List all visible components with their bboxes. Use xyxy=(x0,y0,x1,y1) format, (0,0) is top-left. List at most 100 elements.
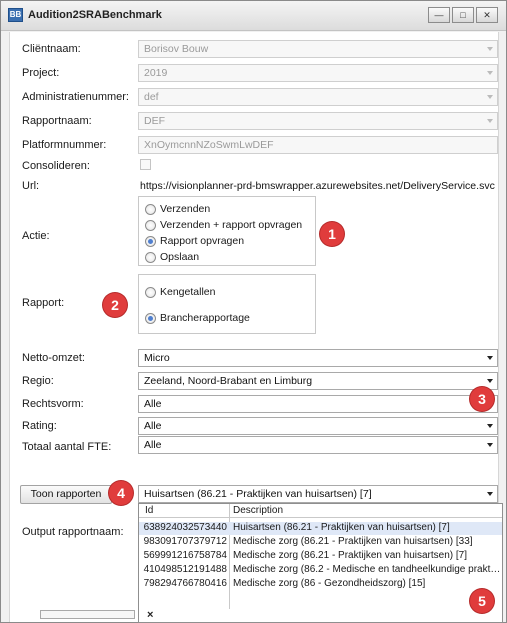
rapporten-dropdown-list: Id Description 638924032573440 Huisartsen… xyxy=(138,503,503,623)
row-id: 569991216758784 xyxy=(143,550,227,561)
radio-icon xyxy=(145,219,156,231)
clientnaam-value: Borisov Bouw xyxy=(144,43,209,55)
option-label: Rapport opvragen xyxy=(160,235,245,247)
actie-option-opslaan[interactable]: Opslaan xyxy=(145,250,199,264)
regio-select[interactable]: Zeeland, Noord-Brabant en Limburg xyxy=(138,372,498,390)
row-id: 983091707379712 xyxy=(143,536,227,547)
totaal-fte-label: Totaal aantal FTE: xyxy=(22,441,112,453)
callout-badge-3: 3 xyxy=(470,387,494,411)
radio-icon xyxy=(145,286,156,298)
rapportnaam-label: Rapportnaam: xyxy=(22,115,92,127)
administratienummer-value: def xyxy=(144,91,159,103)
actie-option-verzenden-rapport[interactable]: Verzenden + rapport opvragen xyxy=(145,218,302,232)
callout-badge-5: 5 xyxy=(470,589,494,613)
regio-label: Regio: xyxy=(22,375,54,387)
url-label: Url: xyxy=(22,180,40,192)
rapportnaam-select[interactable]: DEF xyxy=(138,112,498,130)
row-description: Huisartsen (86.21 - Praktijken van huisa… xyxy=(233,522,450,533)
toon-rapporten-button[interactable]: Toon rapporten xyxy=(20,485,112,504)
rapporten-selected-value: Huisartsen (86.21 - Praktijken van huisa… xyxy=(144,488,372,500)
window-controls: — □ ✕ xyxy=(426,7,498,23)
actie-option-rapport-opvragen[interactable]: Rapport opvragen xyxy=(145,234,244,248)
chevron-down-icon xyxy=(487,443,493,447)
dropdown-header: Id Description xyxy=(139,504,502,518)
callout-badge-2: 2 xyxy=(103,293,127,317)
chevron-down-icon xyxy=(487,47,493,51)
column-header-description: Description xyxy=(233,505,284,516)
platformnummer-label: Platformnummer: xyxy=(22,139,107,151)
callout-badge-4: 4 xyxy=(109,481,133,505)
rating-label: Rating: xyxy=(22,420,57,432)
chevron-down-icon xyxy=(487,379,493,383)
rapport-label: Rapport: xyxy=(22,297,65,309)
minimize-icon[interactable]: — xyxy=(428,7,450,23)
actie-group: Verzenden Verzenden + rapport opvragen R… xyxy=(138,196,316,266)
chevron-down-icon xyxy=(487,424,493,428)
regio-value: Zeeland, Noord-Brabant en Limburg xyxy=(144,375,313,387)
maximize-icon[interactable]: □ xyxy=(452,7,474,23)
rechtsvorm-label: Rechtsvorm: xyxy=(22,398,84,410)
form-panel: Cliëntnaam: Borisov Bouw Project: 2019 A… xyxy=(9,32,503,623)
option-label: Brancherapportage xyxy=(160,312,250,324)
project-value: 2019 xyxy=(144,67,168,79)
actie-option-verzenden[interactable]: Verzenden xyxy=(145,202,210,216)
row-description: Medische zorg (86.21 - Praktijken van hu… xyxy=(233,550,467,561)
consolideren-label: Consolideren: xyxy=(22,160,90,172)
totaal-fte-value: Alle xyxy=(144,439,162,451)
radio-selected-icon xyxy=(145,312,156,324)
dropdown-row[interactable]: 798294766780416 Medische zorg (86 - Gezon… xyxy=(139,578,502,591)
close-icon[interactable]: ✕ xyxy=(476,7,498,23)
platformnummer-field[interactable]: XnOymcnnNZoSwmLwDEF xyxy=(138,136,498,154)
actie-label: Actie: xyxy=(22,230,50,242)
output-rapportnaam-label: Output rapportnaam: xyxy=(22,526,124,538)
row-description: Medische zorg (86 - Gezondheidszorg) [15… xyxy=(233,578,426,589)
chevron-down-icon xyxy=(487,95,493,99)
rechtsvorm-value: Alle xyxy=(144,398,162,410)
column-header-id: Id xyxy=(145,505,154,516)
radio-icon xyxy=(145,203,156,215)
project-label: Project: xyxy=(22,67,60,79)
dropdown-row[interactable]: 569991216758784 Medische zorg (86.21 - Pr… xyxy=(139,550,502,563)
totaal-fte-select[interactable]: Alle xyxy=(138,436,498,454)
chevron-down-icon xyxy=(487,492,493,496)
row-description: Medische zorg (86.21 - Praktijken van hu… xyxy=(233,536,473,547)
title-bar[interactable]: BB Audition2SRABenchmark — □ ✕ xyxy=(1,1,506,31)
rapport-option-kengetallen[interactable]: Kengetallen xyxy=(145,285,215,299)
rating-select[interactable]: Alle xyxy=(138,417,498,435)
option-label: Kengetallen xyxy=(160,286,216,298)
dropdown-row[interactable]: 983091707379712 Medische zorg (86.21 - Pr… xyxy=(139,536,502,549)
progress-bar xyxy=(40,610,135,619)
url-value: https://visionplanner-prd-bmswrapper.azu… xyxy=(140,180,495,192)
chevron-down-icon xyxy=(487,119,493,123)
option-label: Verzenden xyxy=(160,203,211,215)
dropdown-row[interactable]: 638924032573440 Huisartsen (86.21 - Prakt… xyxy=(139,522,502,535)
row-id: 410498512191488 xyxy=(143,564,227,575)
close-icon[interactable]: × xyxy=(147,609,153,621)
rechtsvorm-select[interactable]: Alle xyxy=(138,395,498,413)
rapport-group: Kengetallen Brancherapportage xyxy=(138,274,316,334)
row-description: Medische zorg (86.2 - Medische en tandhe… xyxy=(233,564,501,575)
window-title: Audition2SRABenchmark xyxy=(28,9,162,21)
radio-selected-icon xyxy=(145,235,156,247)
chevron-down-icon xyxy=(487,356,493,360)
rapport-option-brancherapportage[interactable]: Brancherapportage xyxy=(145,311,250,325)
netto-omzet-value: Micro xyxy=(144,352,170,364)
app-icon: BB xyxy=(8,8,23,22)
clientnaam-select[interactable]: Borisov Bouw xyxy=(138,40,498,58)
callout-badge-1: 1 xyxy=(320,222,344,246)
administratienummer-select[interactable]: def xyxy=(138,88,498,106)
rapporten-select[interactable]: Huisartsen (86.21 - Praktijken van huisa… xyxy=(138,485,498,503)
dropdown-row[interactable]: 410498512191488 Medische zorg (86.2 - Med… xyxy=(139,564,502,577)
row-id: 798294766780416 xyxy=(143,578,227,589)
project-select[interactable]: 2019 xyxy=(138,64,498,82)
chevron-down-icon xyxy=(487,71,493,75)
netto-omzet-select[interactable]: Micro xyxy=(138,349,498,367)
administratienummer-label: Administratienummer: xyxy=(22,91,129,103)
rating-value: Alle xyxy=(144,420,162,432)
consolideren-checkbox[interactable] xyxy=(140,159,151,170)
radio-icon xyxy=(145,251,156,263)
option-label: Opslaan xyxy=(160,251,200,263)
app-window: BB Audition2SRABenchmark — □ ✕ Cliëntnaa… xyxy=(0,0,507,623)
netto-omzet-label: Netto-omzet: xyxy=(22,352,85,364)
clientnaam-label: Cliëntnaam: xyxy=(22,43,81,55)
